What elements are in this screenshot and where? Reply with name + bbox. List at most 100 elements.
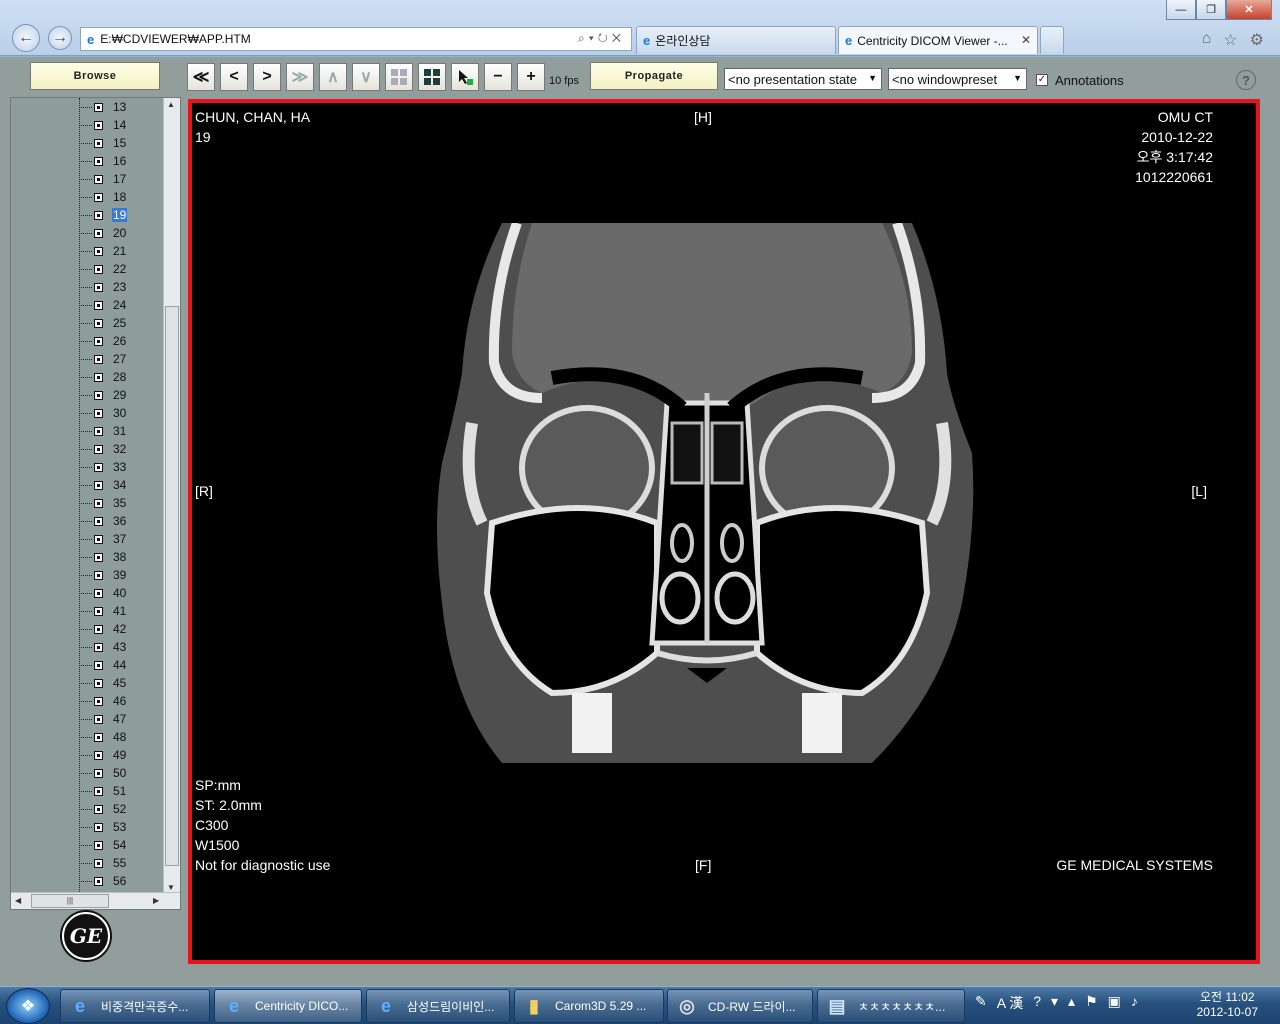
- tab-online-consult[interactable]: e 온라인상담: [636, 26, 836, 54]
- home-icon[interactable]: ⌂: [1202, 30, 1212, 50]
- tree-item-35[interactable]: 35: [81, 494, 127, 512]
- tree-item-28[interactable]: 28: [81, 368, 127, 386]
- tree-item-42[interactable]: 42: [81, 620, 127, 638]
- tree-item-13[interactable]: 13: [81, 98, 127, 116]
- pen-icon[interactable]: ✎: [975, 993, 987, 1013]
- tree-item-52[interactable]: 52: [81, 800, 127, 818]
- tree-item-17[interactable]: 17: [81, 170, 127, 188]
- tree-item-36[interactable]: 36: [81, 512, 127, 530]
- tree-item-37[interactable]: 37: [81, 530, 127, 548]
- next-series-button[interactable]: ∨: [352, 63, 380, 91]
- tree-item-47[interactable]: 47: [81, 710, 127, 728]
- network-icon[interactable]: ▣: [1108, 993, 1121, 1013]
- tree-item-32[interactable]: 32: [81, 440, 127, 458]
- tree-item-31[interactable]: 31: [81, 422, 127, 440]
- next-image-button[interactable]: >: [253, 63, 281, 91]
- tree-item-56[interactable]: 56: [81, 872, 127, 890]
- zoom-out-button[interactable]: −: [484, 63, 512, 91]
- tree-item-44[interactable]: 44: [81, 656, 127, 674]
- minimize-button[interactable]: —: [1166, 0, 1196, 20]
- tree-vertical-scrollbar[interactable]: ▲ ▼: [163, 98, 180, 894]
- series-layout-icon[interactable]: [418, 63, 446, 91]
- tree-item-25[interactable]: 25: [81, 314, 127, 332]
- tree-item-18[interactable]: 18: [81, 188, 127, 206]
- first-image-button[interactable]: ≪: [187, 63, 215, 91]
- help-tray-icon[interactable]: ?: [1033, 993, 1041, 1013]
- last-image-button[interactable]: ≫: [286, 63, 314, 91]
- tree-item-20[interactable]: 20: [81, 224, 127, 242]
- taskbar-item[interactable]: ▤ ㅊㅊㅊㅊㅊㅊㅊ...: [817, 989, 965, 1023]
- scroll-down-icon[interactable]: ▼: [167, 883, 175, 892]
- tree-item-55[interactable]: 55: [81, 854, 127, 872]
- favorites-star-icon[interactable]: ☆: [1223, 30, 1237, 50]
- tree-item-54[interactable]: 54: [81, 836, 127, 854]
- presentation-state-select[interactable]: <no presentation state ▼: [724, 68, 882, 90]
- taskbar-item[interactable]: e Centricity DICO...: [214, 989, 362, 1023]
- tree-item-49[interactable]: 49: [81, 746, 127, 764]
- tree-item-30[interactable]: 30: [81, 404, 127, 422]
- taskbar-item[interactable]: e 삼성드림이비인...: [366, 989, 510, 1023]
- scroll-up-icon[interactable]: ▲: [167, 100, 175, 109]
- pointer-tool-icon[interactable]: [451, 63, 479, 91]
- taskbar-item[interactable]: e 비중격만곡증수...: [60, 989, 210, 1023]
- tree-item-48[interactable]: 48: [81, 728, 127, 746]
- tree-item-14[interactable]: 14: [81, 116, 127, 134]
- close-window-button[interactable]: ✕: [1226, 0, 1272, 20]
- previous-image-button[interactable]: <: [220, 63, 248, 91]
- taskbar-item[interactable]: ▮ Carom3D 5.29 ...: [514, 989, 664, 1023]
- ime-indicator[interactable]: A 漢: [997, 993, 1023, 1013]
- new-tab-button[interactable]: [1040, 26, 1064, 54]
- menu-tray-icon[interactable]: ▾: [1051, 993, 1058, 1013]
- tree-item-51[interactable]: 51: [81, 782, 127, 800]
- taskbar-item[interactable]: ◎ CD-RW 드라이...: [667, 989, 813, 1023]
- help-icon[interactable]: ?: [1236, 70, 1256, 90]
- tree-item-40[interactable]: 40: [81, 584, 127, 602]
- tree-item-50[interactable]: 50: [81, 764, 127, 782]
- window-preset-select[interactable]: <no windowpreset ▼: [888, 68, 1027, 90]
- propagate-button[interactable]: Propagate: [590, 62, 718, 90]
- action-center-flag-icon[interactable]: ⚑: [1085, 993, 1098, 1013]
- tab-dicom-viewer[interactable]: e Centricity DICOM Viewer -... ✕: [838, 26, 1038, 54]
- volume-icon[interactable]: ♪: [1131, 993, 1138, 1013]
- tree-item-46[interactable]: 46: [81, 692, 127, 710]
- address-bar[interactable]: e E:₩CDVIEWER₩APP.HTM ⌕▾↻✕: [80, 27, 632, 51]
- tree-item-15[interactable]: 15: [81, 134, 127, 152]
- tree-item-16[interactable]: 16: [81, 152, 127, 170]
- tree-item-27[interactable]: 27: [81, 350, 127, 368]
- forward-button[interactable]: →: [48, 26, 72, 50]
- tree-item-24[interactable]: 24: [81, 296, 127, 314]
- tree-horizontal-scrollbar[interactable]: ◀ ||| ▶: [11, 892, 180, 909]
- annotations-checkbox[interactable]: ✓: [1036, 74, 1048, 86]
- tree-item-29[interactable]: 29: [81, 386, 127, 404]
- image-viewport[interactable]: CHUN, CHAN, HA 19 [H] OMU CT 2010-12-22 …: [188, 99, 1260, 964]
- scrollbar-thumb[interactable]: [165, 306, 179, 866]
- close-tab-icon[interactable]: ✕: [1021, 33, 1031, 47]
- browse-button[interactable]: Browse: [30, 62, 160, 90]
- start-button[interactable]: ❖: [6, 988, 50, 1024]
- tree-item-38[interactable]: 38: [81, 548, 127, 566]
- tree-item-33[interactable]: 33: [81, 458, 127, 476]
- tree-item-22[interactable]: 22: [81, 260, 127, 278]
- tree-item-19[interactable]: 19: [81, 206, 128, 224]
- tree-item-21[interactable]: 21: [81, 242, 127, 260]
- layout-grid-icon[interactable]: [385, 63, 413, 91]
- tree-item-39[interactable]: 39: [81, 566, 127, 584]
- system-clock[interactable]: 오전 11:02 2012-10-07: [1197, 990, 1258, 1020]
- settings-gear-icon[interactable]: ⚙: [1250, 30, 1264, 50]
- scroll-right-icon[interactable]: ▶: [153, 896, 159, 905]
- tree-item-45[interactable]: 45: [81, 674, 127, 692]
- tree-item-43[interactable]: 43: [81, 638, 127, 656]
- address-tools-icons[interactable]: ⌕▾↻✕: [578, 31, 625, 46]
- back-button[interactable]: ←: [12, 24, 40, 52]
- maximize-button[interactable]: ❐: [1196, 0, 1226, 20]
- tree-item-53[interactable]: 53: [81, 818, 127, 836]
- scrollbar-thumb[interactable]: |||: [31, 894, 109, 908]
- zoom-in-button[interactable]: +: [517, 63, 545, 91]
- tree-item-23[interactable]: 23: [81, 278, 127, 296]
- tree-item-34[interactable]: 34: [81, 476, 127, 494]
- tree-item-41[interactable]: 41: [81, 602, 127, 620]
- previous-series-button[interactable]: ∧: [319, 63, 347, 91]
- scroll-left-icon[interactable]: ◀: [15, 896, 21, 905]
- tree-item-26[interactable]: 26: [81, 332, 127, 350]
- show-hidden-icons[interactable]: ▴: [1068, 993, 1075, 1013]
